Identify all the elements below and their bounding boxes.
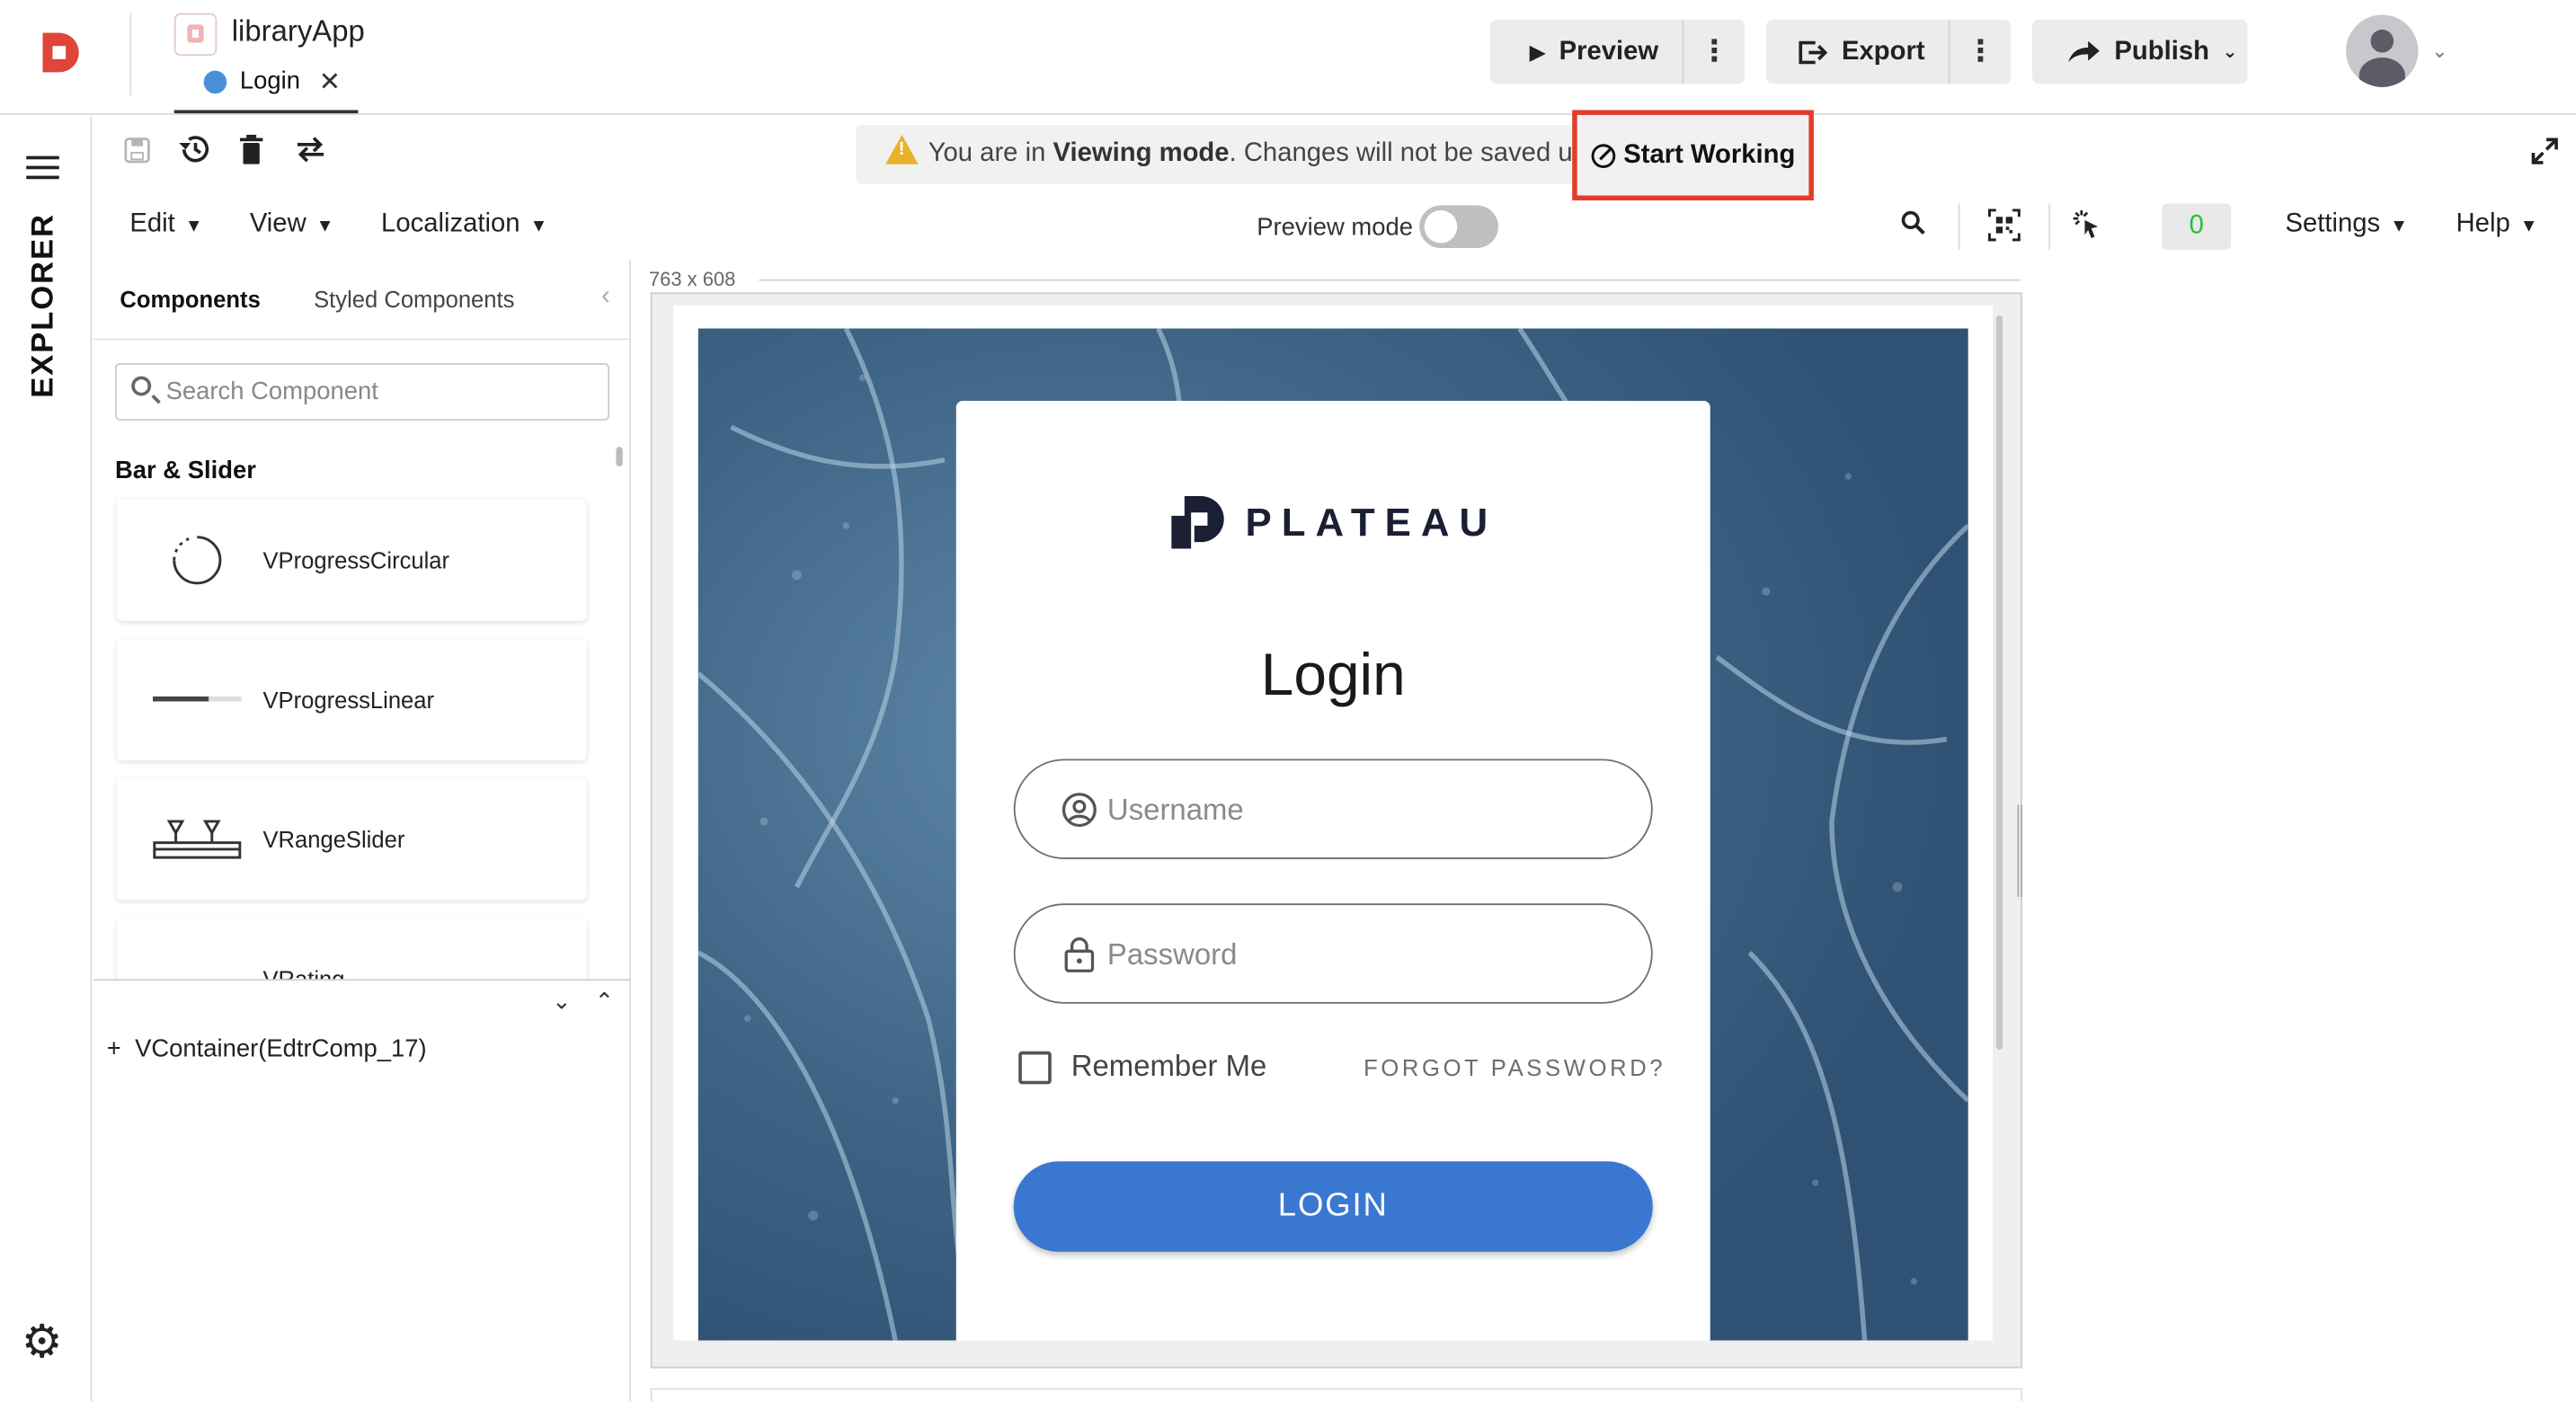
search-input[interactable] bbox=[165, 366, 593, 418]
preview-button[interactable]: ▶ Preview bbox=[1530, 20, 1658, 84]
palette-icon bbox=[203, 70, 227, 94]
select-pointer-icon[interactable] bbox=[2072, 209, 2105, 242]
close-tab-icon[interactable]: ✕ bbox=[319, 66, 342, 99]
plateau-logo-icon bbox=[1171, 495, 1224, 549]
avatar-chevron-icon[interactable]: ⌄ bbox=[2431, 40, 2447, 63]
menu-settings[interactable]: Settings ▼ bbox=[2285, 210, 2408, 240]
preview-label: Preview bbox=[1559, 37, 1659, 66]
counter-badge: 0 bbox=[2162, 203, 2232, 250]
delete-icon[interactable] bbox=[239, 134, 263, 164]
tree-item-label: VContainer(EdtrComp_17) bbox=[135, 1034, 427, 1063]
menu-view[interactable]: View ▼ bbox=[250, 210, 334, 240]
publish-arrows-icon bbox=[2068, 40, 2100, 62]
publish-label: Publish bbox=[2114, 37, 2209, 66]
tab-login-label: Login bbox=[239, 67, 300, 96]
login-heading: Login bbox=[1260, 640, 1406, 708]
preview-button-group: ▶ Preview ⋮ bbox=[1489, 19, 1745, 84]
frame-resize-handle[interactable] bbox=[2017, 804, 2023, 897]
plateau-brand: PLATEAU bbox=[1245, 501, 1498, 546]
preview-more-button[interactable]: ⋮ bbox=[1682, 19, 1745, 84]
user-circle-icon bbox=[1061, 793, 1097, 828]
menu-divider bbox=[1958, 203, 1960, 250]
remember-me-label[interactable]: Remember Me bbox=[1071, 1050, 1267, 1084]
username-field[interactable] bbox=[1013, 759, 1653, 859]
login-button[interactable]: LOGIN bbox=[1013, 1161, 1653, 1252]
export-icon bbox=[1799, 40, 1828, 64]
progress-linear-icon bbox=[152, 696, 242, 702]
tree-item-root[interactable]: + VContainer(EdtrComp_17) bbox=[107, 1035, 427, 1063]
fullscreen-expand-icon[interactable] bbox=[2528, 135, 2562, 168]
list-item-vrating[interactable]: ★★☆ VRating bbox=[116, 918, 587, 980]
menu-help[interactable]: Help ▼ bbox=[2456, 210, 2538, 240]
preview-mode-label: Preview mode bbox=[1257, 213, 1413, 242]
panel-split-divider[interactable] bbox=[93, 979, 631, 981]
list-item-vprogresslinear[interactable]: VProgressLinear bbox=[116, 639, 587, 761]
export-label: Export bbox=[1841, 37, 1925, 66]
warning-icon bbox=[885, 134, 919, 164]
start-working-label: Start Working bbox=[1623, 140, 1796, 169]
canvas-ruler-line bbox=[759, 279, 2021, 281]
qr-code-icon[interactable] bbox=[1988, 209, 2021, 242]
component-list: VProgressCircular VProgressLinear VRange… bbox=[93, 492, 631, 980]
range-slider-icon bbox=[153, 820, 242, 859]
component-search[interactable] bbox=[114, 362, 610, 421]
export-more-button[interactable]: ⋮ bbox=[1948, 19, 2011, 84]
settings-gear-icon[interactable]: ⚙ bbox=[22, 1318, 63, 1365]
publish-button[interactable]: Publish ⌄ bbox=[2031, 19, 2248, 84]
list-item-label: VProgressCircular bbox=[262, 546, 450, 573]
hamburger-menu-icon[interactable] bbox=[26, 155, 59, 180]
expand-plus-icon[interactable]: + bbox=[107, 1035, 121, 1063]
history-icon[interactable] bbox=[177, 133, 211, 166]
chevron-down-icon[interactable]: ⌄ bbox=[552, 988, 571, 1016]
chevron-up-icon[interactable]: ⌃ bbox=[595, 988, 614, 1016]
password-input[interactable] bbox=[1106, 927, 1601, 981]
list-item-vrangeslider[interactable]: VRangeSlider bbox=[116, 778, 587, 901]
list-item-label: VProgressLinear bbox=[262, 687, 435, 714]
forgot-password-link[interactable]: FORGOT PASSWORD? bbox=[1364, 1054, 1666, 1080]
start-working-button[interactable]: Start Working bbox=[1572, 110, 1814, 200]
tab-styled-components[interactable]: Styled Components bbox=[314, 286, 514, 312]
menu-divider bbox=[2048, 203, 2051, 250]
lower-frame-edge bbox=[650, 1388, 2023, 1402]
list-item-label: VRangeSlider bbox=[262, 826, 405, 853]
rating-icon: ★★☆ bbox=[153, 951, 242, 979]
preview-mode-toggle[interactable] bbox=[1419, 205, 1498, 248]
play-icon: ▶ bbox=[1529, 38, 1546, 64]
panel-scrollbar[interactable] bbox=[616, 447, 623, 467]
export-button-group: Export ⋮ bbox=[1765, 19, 2012, 84]
lock-icon bbox=[1064, 937, 1095, 972]
export-button[interactable]: Export bbox=[1796, 20, 1925, 84]
password-field[interactable] bbox=[1013, 903, 1653, 1004]
collapse-panel-icon[interactable]: ‹ bbox=[601, 282, 610, 312]
explorer-rail-label[interactable]: EXPLORER bbox=[26, 213, 62, 398]
search-icon bbox=[131, 376, 152, 396]
swap-icon[interactable] bbox=[294, 137, 327, 163]
remember-me-checkbox[interactable] bbox=[1018, 1051, 1052, 1085]
canvas-size-label: 763 x 608 bbox=[648, 267, 736, 291]
viewport-scrollbar[interactable] bbox=[1995, 315, 2003, 1050]
group-title: Bar & Slider bbox=[114, 457, 256, 485]
panel-tab-divider bbox=[93, 338, 631, 341]
header-divider bbox=[129, 13, 132, 96]
chevron-down-icon: ⌄ bbox=[2222, 42, 2238, 63]
username-input[interactable] bbox=[1106, 783, 1601, 837]
user-avatar[interactable] bbox=[2346, 14, 2419, 87]
list-item-label: VRating bbox=[262, 966, 344, 980]
banner-message: You are in Viewing mode. Changes will no… bbox=[928, 139, 1606, 168]
app-icon bbox=[173, 13, 218, 57]
search-icon[interactable] bbox=[1901, 210, 1927, 236]
progress-circular-icon bbox=[173, 536, 222, 585]
tab-login[interactable]: Login ✕ bbox=[173, 62, 359, 114]
app-title: libraryApp bbox=[231, 14, 365, 49]
save-icon[interactable] bbox=[123, 137, 151, 164]
tab-components[interactable]: Components bbox=[120, 286, 260, 312]
menu-edit[interactable]: Edit ▼ bbox=[129, 210, 202, 240]
app-logo[interactable] bbox=[36, 30, 82, 79]
edit-circle-icon bbox=[1591, 143, 1616, 168]
list-item-vprogresscircular[interactable]: VProgressCircular bbox=[116, 499, 587, 621]
menu-localization[interactable]: Localization ▼ bbox=[381, 210, 547, 240]
